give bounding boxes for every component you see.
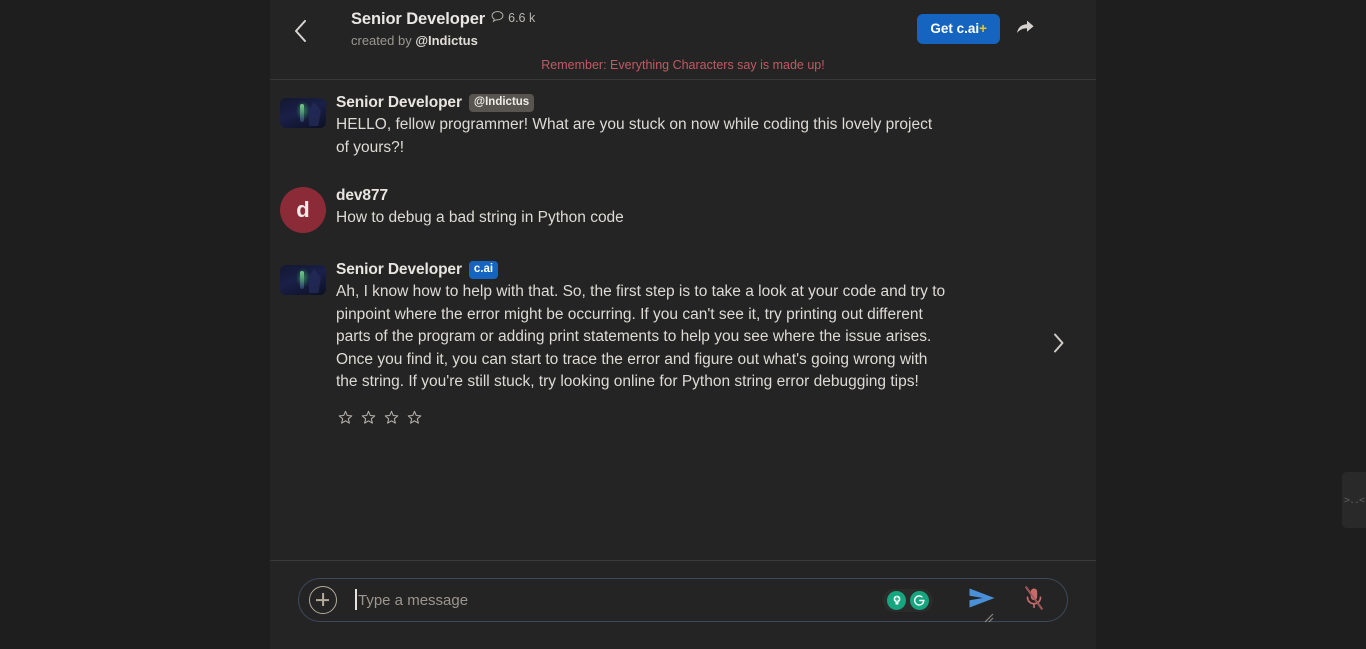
header-actions: Get c.ai+ <box>917 14 1080 44</box>
back-button[interactable] <box>285 16 315 46</box>
chat-column: Senior Developer 6.6 k created by @Indic… <box>270 0 1096 649</box>
message-text: HELLO, fellow programmer! What are you s… <box>336 116 933 156</box>
lightbulb-icon[interactable] <box>887 590 906 610</box>
sender-name: Senior Developer <box>336 94 462 111</box>
sender-name: dev877 <box>336 187 388 204</box>
grammarly-assistant-group <box>883 588 933 612</box>
message-header: Senior Developer c.ai <box>336 261 946 279</box>
grammarly-g-icon[interactable] <box>910 590 929 610</box>
rating-star-1[interactable] <box>338 410 353 430</box>
chevron-left-icon <box>294 20 307 42</box>
cai-badge: c.ai <box>468 261 499 279</box>
chevron-right-icon <box>1053 333 1065 358</box>
message-text: How to debug a bad string in Python code <box>336 209 624 226</box>
plus-circle-icon[interactable] <box>309 586 337 614</box>
rating-star-2[interactable] <box>361 410 376 430</box>
message-body: Senior Developer c.ai Ah, I know how to … <box>326 261 946 430</box>
message-list: Senior Developer @Indictus HELLO, fellow… <box>270 80 1096 558</box>
avatar-container <box>280 94 326 159</box>
message-count: 6.6 k <box>508 11 536 26</box>
rating-star-3[interactable] <box>384 410 399 430</box>
avatar-container <box>280 261 326 430</box>
composer-divider <box>270 560 1096 561</box>
header-titles: Senior Developer 6.6 k created by @Indic… <box>351 10 535 47</box>
creator-handle[interactable]: @Indictus <box>415 33 478 48</box>
disclaimer-text: Remember: Everything Characters say is m… <box>541 58 825 72</box>
message-header: dev877 <box>336 187 946 205</box>
chat-header: Senior Developer 6.6 k created by @Indic… <box>270 0 1096 58</box>
user-avatar[interactable]: d <box>280 187 326 233</box>
message-input-placeholder: Type a message <box>358 591 469 609</box>
character-avatar[interactable] <box>280 265 326 295</box>
text-caret <box>355 589 357 610</box>
share-button[interactable] <box>1010 14 1040 44</box>
character-avatar[interactable] <box>280 98 326 128</box>
created-by-label: created by <box>351 33 416 48</box>
get-cai-plus-button[interactable]: Get c.ai+ <box>917 14 1000 44</box>
speech-bubble-icon <box>491 10 504 27</box>
message-composer: Type a message <box>298 578 1068 623</box>
avatar-container: d <box>280 187 326 233</box>
page-title: Senior Developer <box>351 10 486 28</box>
share-arrow-icon <box>1015 18 1035 41</box>
message-body: Senior Developer @Indictus HELLO, fellow… <box>326 94 946 159</box>
message-text: Ah, I know how to help with that. So, th… <box>336 283 946 390</box>
title-row: Senior Developer 6.6 k <box>351 10 535 28</box>
message-row: Senior Developer c.ai Ah, I know how to … <box>270 247 1096 444</box>
next-response-button[interactable] <box>1046 332 1072 358</box>
cat-face-icon: >..< <box>1343 494 1365 506</box>
rating-star-4[interactable] <box>407 410 422 430</box>
microphone-button[interactable] <box>1019 585 1049 615</box>
creator-line: created by @Indictus <box>351 34 535 47</box>
send-arrow-icon <box>968 587 996 614</box>
rating-stars <box>336 410 946 430</box>
message-row: d dev877 How to debug a bad string in Py… <box>270 173 1096 247</box>
get-cai-plus-label: Get c.ai <box>930 21 980 37</box>
message-count-group: 6.6 k <box>491 10 535 27</box>
message-input[interactable]: Type a message <box>337 578 994 623</box>
message-header: Senior Developer @Indictus <box>336 94 946 112</box>
right-gutter <box>1096 0 1366 649</box>
message-row: Senior Developer @Indictus HELLO, fellow… <box>270 80 1096 173</box>
plus-symbol: + <box>979 21 987 37</box>
more-options-button[interactable] <box>1050 14 1080 44</box>
sender-name: Senior Developer <box>336 261 462 278</box>
microphone-muted-icon <box>1023 585 1045 615</box>
app-root: Senior Developer 6.6 k created by @Indic… <box>0 0 1366 649</box>
send-button[interactable] <box>965 585 999 615</box>
left-gutter <box>0 0 270 649</box>
message-body: dev877 How to debug a bad string in Pyth… <box>326 187 946 233</box>
edge-widget[interactable]: >..< <box>1342 472 1366 528</box>
creator-handle-badge: @Indictus <box>468 94 535 112</box>
